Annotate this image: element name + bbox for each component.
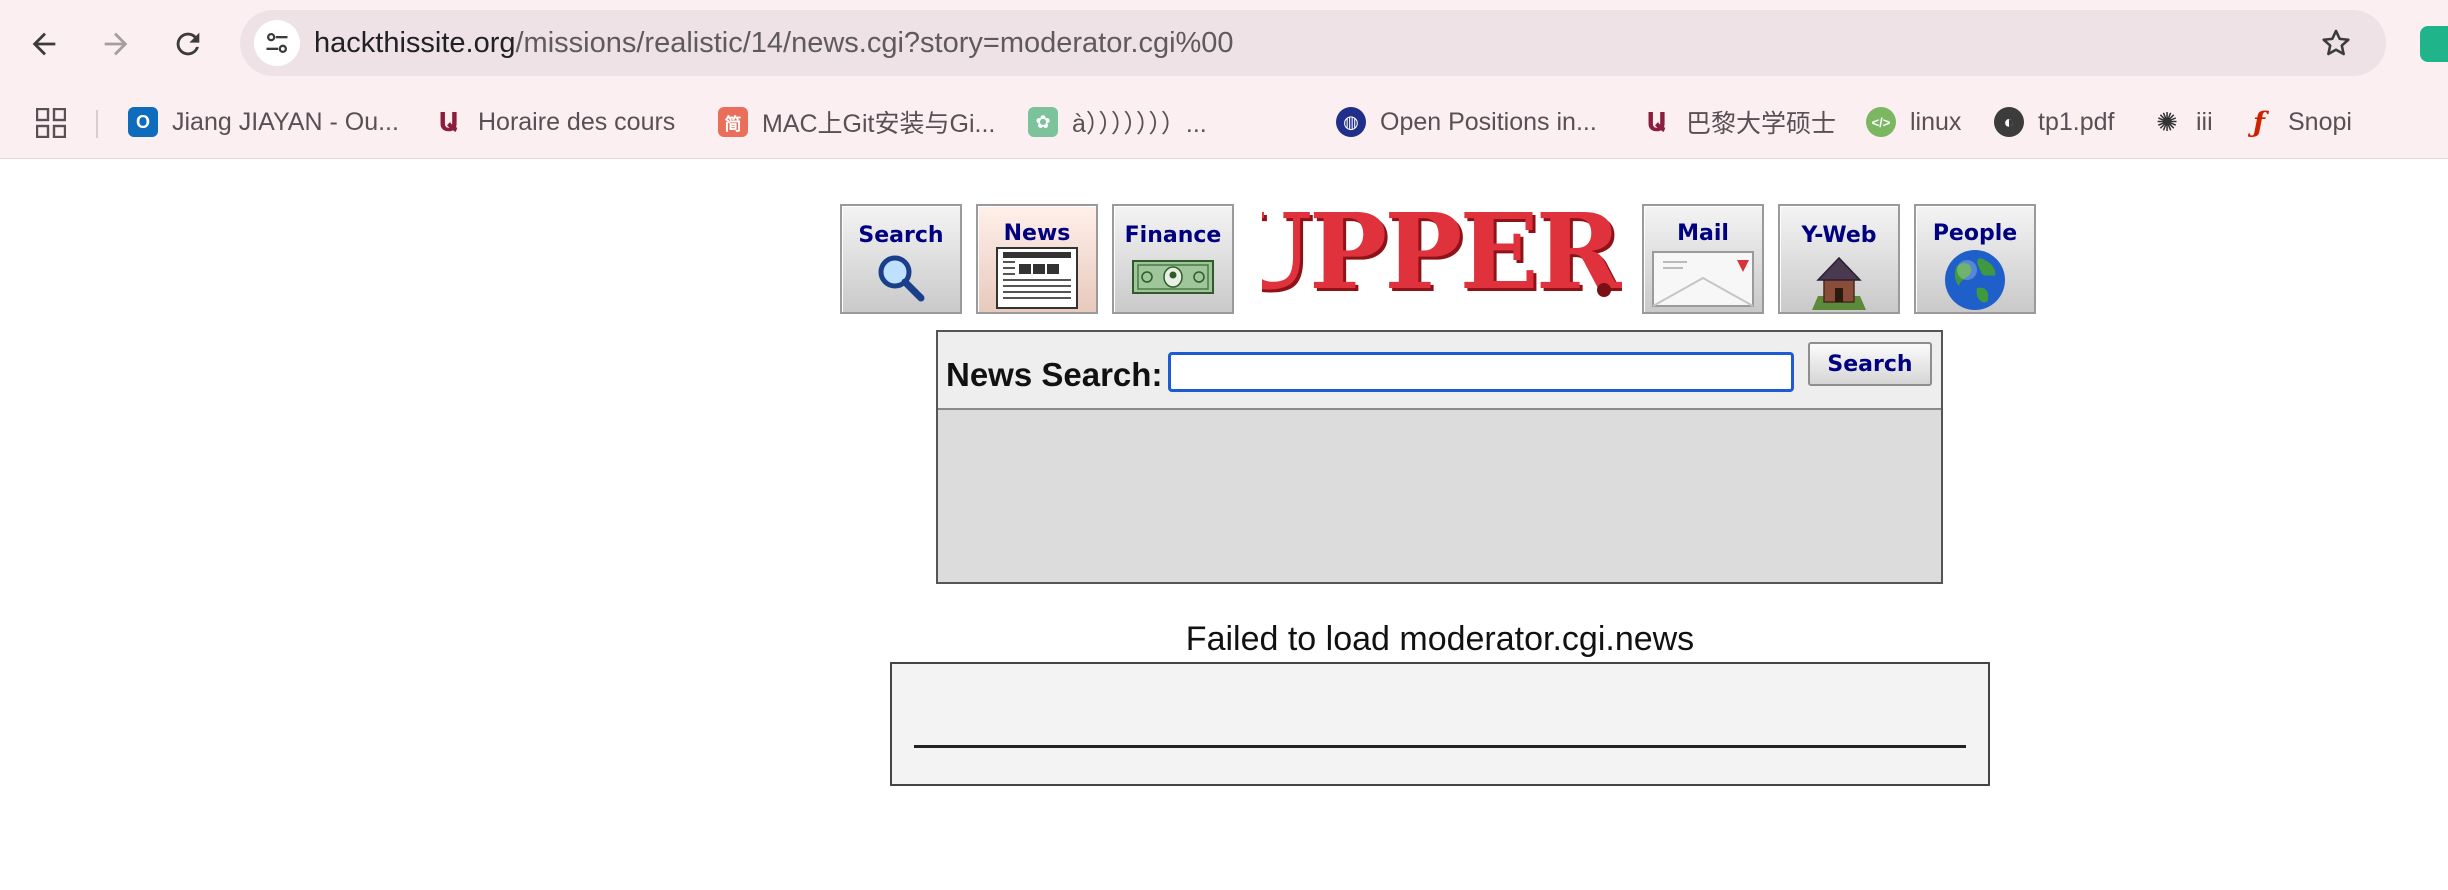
news-search-label: News Search:	[946, 356, 1163, 393]
url-text[interactable]: hackthissite.org/missions/realistic/14/n…	[314, 27, 1234, 59]
nav-mail-button[interactable]: Mail	[1642, 204, 1764, 314]
nav-finance-button[interactable]: Finance	[1112, 204, 1234, 314]
bookmark-item[interactable]: ◍ Open Positions in...	[1336, 104, 1597, 140]
browser-chrome: hackthissite.org/missions/realistic/14/n…	[0, 0, 2448, 159]
nav-people-label: People	[1932, 221, 2018, 246]
reload-button[interactable]	[168, 24, 208, 64]
bookmark-label: Snopi	[2288, 107, 2352, 136]
bookmark-label: Horaire des cours	[478, 107, 676, 136]
yuppers-logo[interactable]: YUPPERS! YUPPERS!	[1262, 170, 1622, 320]
openai-icon: ✺	[2156, 106, 2178, 137]
bookmark-label: à）））））））...	[1072, 110, 1207, 138]
nav-people-button[interactable]: People	[1914, 204, 2036, 314]
news-search-input[interactable]	[1168, 352, 1794, 392]
nav-yweb-button[interactable]: Y-Web	[1778, 204, 1900, 314]
world-icon: ◐	[1994, 107, 2024, 137]
bookmarks-separator	[96, 110, 98, 138]
magnifier-icon	[878, 255, 925, 302]
bookmark-label: MAC上Git安装与Gi...	[762, 110, 996, 138]
url-path: /missions/realistic/14/news.cgi?story=mo…	[515, 27, 1234, 59]
bookmark-item[interactable]: O Jiang JIAYAN - Ou...	[128, 104, 399, 140]
outlook-icon: O	[128, 107, 158, 137]
flash-icon: ƒ	[2252, 105, 2266, 139]
bookmark-label: Open Positions in...	[1380, 107, 1597, 136]
globe-icon: ◍	[1336, 107, 1366, 137]
nav-search-button[interactable]: Search	[840, 204, 962, 314]
university-icon: Ա	[438, 106, 460, 137]
url-host: hackthissite.org	[314, 27, 516, 59]
site-info-icon	[266, 32, 288, 54]
code-icon: </>	[1866, 107, 1896, 137]
logo-text: YUPPERS!	[1262, 190, 1622, 313]
bookmark-item[interactable]: Ա Horaire des cours	[434, 104, 675, 140]
registered-mark-icon	[1597, 283, 1611, 297]
bookmark-star-icon	[2322, 29, 2350, 56]
nav-yweb-label: Y-Web	[1801, 223, 1877, 248]
nav-finance-label: Finance	[1124, 223, 1222, 248]
bookmark-item[interactable]: </> linux	[1866, 104, 1961, 140]
extension-icon[interactable]	[2420, 26, 2448, 62]
bookmark-label: iii	[2196, 107, 2213, 136]
news-search-bar: News Search: Search	[938, 332, 1941, 410]
address-bar[interactable]: hackthissite.org/missions/realistic/14/n…	[240, 10, 2386, 76]
envelope-icon	[1652, 251, 1754, 307]
university-icon: Ա	[1646, 106, 1668, 137]
bookmark-item[interactable]: ✿ à）））））））...	[1028, 104, 1207, 140]
site-info-button[interactable]	[254, 20, 300, 66]
bookmarks-bar: O Jiang JIAYAN - Ou... Ա Horaire des cours…	[0, 98, 2448, 148]
newspaper-icon	[996, 247, 1078, 309]
nav-news-label: News	[1003, 221, 1071, 246]
bookmark-star-button[interactable]	[2316, 23, 2356, 63]
news-content-box	[890, 662, 1990, 786]
error-message: Failed to load moderator.cgi.news	[1185, 620, 1695, 658]
bookmark-label: Jiang JIAYAN - Ou...	[172, 107, 399, 136]
dollar-bill-icon	[1132, 260, 1214, 294]
back-button[interactable]	[24, 24, 64, 64]
bookmark-label: 巴黎大学硕士	[1686, 110, 1837, 138]
bookmark-label: linux	[1910, 107, 1962, 136]
paw-icon: ✿	[1028, 107, 1058, 137]
nav-mail-label: Mail	[1677, 221, 1729, 246]
bookmark-label: tp1.pdf	[2038, 107, 2115, 136]
bookmark-item[interactable]: ◐ tp1.pdf	[1994, 104, 2114, 140]
forward-arrow-icon	[104, 32, 128, 56]
news-search-button[interactable]: Search	[1808, 342, 1932, 386]
browser-toolbar: hackthissite.org/missions/realistic/14/n…	[0, 0, 2448, 88]
back-arrow-icon	[32, 32, 56, 56]
bookmark-item[interactable]: 简 MAC上Git安装与Gi...	[718, 104, 995, 140]
forward-button[interactable]	[96, 24, 136, 64]
apps-grid-icon[interactable]	[36, 108, 66, 138]
jianshu-icon: 简	[718, 107, 748, 137]
nav-news-button[interactable]: News	[976, 204, 1098, 314]
reload-icon	[176, 32, 200, 56]
earth-globe-icon	[1945, 250, 2005, 310]
bookmark-item[interactable]: Ա 巴黎大学硕士	[1642, 104, 1836, 140]
bookmark-item[interactable]: ✺ iii	[2152, 104, 2213, 140]
news-search-panel: News Search: Search	[936, 330, 1943, 584]
bookmark-item[interactable]: ƒ Snopi	[2244, 104, 2352, 140]
house-icon	[1812, 256, 1866, 310]
nav-search-label: Search	[858, 223, 944, 248]
news-divider	[914, 745, 1966, 748]
